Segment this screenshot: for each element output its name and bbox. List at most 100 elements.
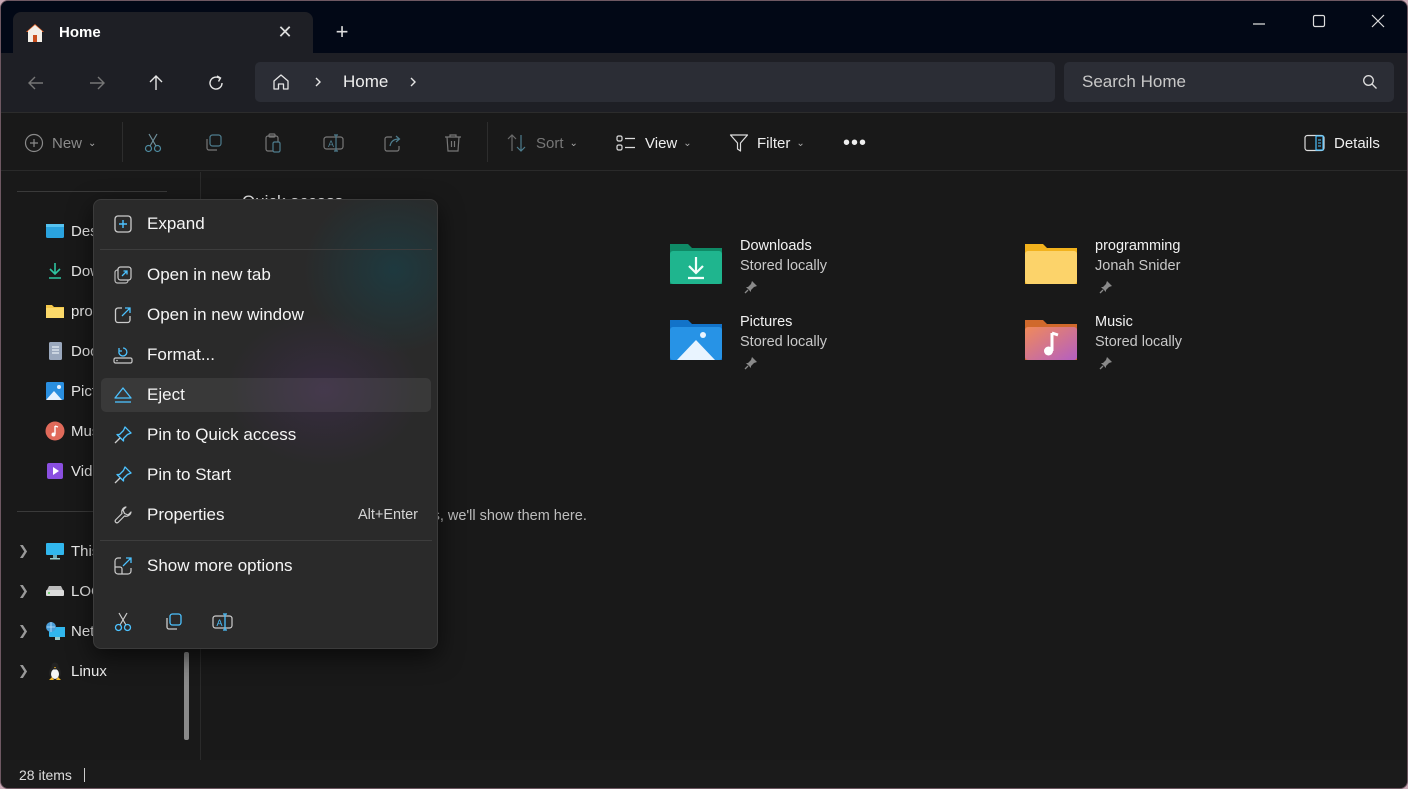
close-window-button[interactable] bbox=[1358, 9, 1398, 33]
chevron-right-icon[interactable] bbox=[313, 76, 323, 88]
arrow-up-icon bbox=[149, 75, 163, 90]
menu-item-format[interactable]: Format... bbox=[101, 338, 431, 372]
refresh-button[interactable] bbox=[200, 67, 232, 99]
music-folder-icon bbox=[1025, 320, 1077, 360]
videos-icon bbox=[47, 463, 63, 479]
downloads-icon bbox=[49, 263, 61, 279]
share-icon bbox=[384, 135, 401, 152]
expand-chevron-icon[interactable]: ❯ bbox=[18, 663, 29, 679]
search-icon[interactable] bbox=[1362, 74, 1378, 90]
quick-access-item[interactable]: Music Stored locally bbox=[1023, 314, 1343, 384]
copy-icon bbox=[206, 134, 222, 151]
menu-separator bbox=[100, 249, 432, 250]
open-new-window-icon bbox=[114, 307, 131, 324]
home-icon bbox=[26, 23, 44, 42]
quick-access-item[interactable]: Pictures Stored locally bbox=[668, 314, 988, 384]
plus-circle-icon bbox=[24, 133, 44, 153]
cut-icon bbox=[144, 133, 162, 153]
menu-item-show-more-options[interactable]: Show more options bbox=[101, 549, 431, 583]
chevron-down-icon: ⌄ bbox=[569, 137, 578, 149]
title-bar: Home ✕ + bbox=[1, 1, 1407, 53]
more-icon: ••• bbox=[843, 131, 868, 154]
pin-icon bbox=[114, 466, 132, 484]
sidebar-item-linux[interactable]: Linux bbox=[45, 659, 107, 683]
delete-button[interactable] bbox=[443, 128, 463, 158]
menu-item-expand[interactable]: Expand bbox=[101, 207, 431, 241]
network-icon bbox=[46, 622, 65, 640]
desktop-icon bbox=[46, 224, 64, 238]
address-bar[interactable]: Home bbox=[255, 62, 1055, 102]
paste-icon bbox=[265, 133, 281, 153]
toolbar-divider bbox=[122, 122, 123, 162]
context-menu: Expand Open in new tab Open in new windo… bbox=[93, 199, 438, 649]
cut-button[interactable] bbox=[143, 128, 163, 158]
sort-button[interactable]: Sort ⌄ bbox=[506, 128, 578, 158]
menu-item-properties[interactable]: Properties Alt+Enter bbox=[101, 498, 431, 532]
filter-button[interactable]: Filter ⌄ bbox=[729, 128, 805, 158]
copy-icon bbox=[166, 613, 182, 630]
folder-icon bbox=[46, 305, 64, 318]
pin-icon[interactable] bbox=[744, 280, 758, 294]
quick-access-item[interactable]: programming Jonah Snider bbox=[1023, 238, 1343, 308]
minimize-button[interactable] bbox=[1239, 9, 1279, 33]
eject-icon bbox=[114, 387, 132, 403]
copy-button[interactable] bbox=[203, 128, 223, 158]
more-options-button[interactable]: ••• bbox=[843, 128, 867, 158]
up-button[interactable] bbox=[140, 67, 172, 99]
tab-home[interactable]: Home ✕ bbox=[13, 12, 313, 53]
chevron-down-icon: ⌄ bbox=[88, 137, 97, 149]
pin-icon[interactable] bbox=[744, 356, 758, 370]
shortcut-label: Alt+Enter bbox=[357, 507, 418, 523]
pictures-folder-icon bbox=[670, 320, 722, 360]
cut-icon bbox=[114, 612, 132, 632]
tab-label: Home bbox=[59, 24, 101, 41]
forward-button[interactable] bbox=[81, 67, 113, 99]
search-box[interactable] bbox=[1064, 62, 1394, 102]
pin-icon[interactable] bbox=[1099, 356, 1113, 370]
menu-item-open-new-tab[interactable]: Open in new tab bbox=[101, 258, 431, 292]
view-button[interactable]: View ⌄ bbox=[615, 128, 692, 158]
maximize-button[interactable] bbox=[1299, 9, 1339, 33]
command-bar: New ⌄ A Sort ⌄ View ⌄ Filter ⌄ ••• Detai… bbox=[1, 114, 1407, 171]
chevron-down-icon: ⌄ bbox=[796, 137, 805, 149]
menu-copy-button[interactable] bbox=[157, 606, 189, 638]
expand-chevron-icon[interactable]: ❯ bbox=[18, 623, 29, 639]
show-more-icon bbox=[114, 557, 132, 575]
menu-cut-button[interactable] bbox=[107, 606, 139, 638]
home-outline-icon[interactable] bbox=[271, 72, 291, 92]
quick-access-item[interactable]: Downloads Stored locally bbox=[668, 238, 988, 308]
pictures-icon bbox=[46, 382, 64, 400]
back-button[interactable] bbox=[20, 67, 52, 99]
details-button[interactable]: Details bbox=[1304, 128, 1380, 158]
new-tab-button[interactable]: + bbox=[331, 21, 353, 43]
breadcrumb-home[interactable]: Home bbox=[343, 72, 388, 92]
open-new-tab-icon bbox=[114, 266, 132, 284]
search-input[interactable] bbox=[1082, 72, 1342, 92]
menu-rename-button[interactable]: A bbox=[207, 606, 239, 638]
pin-icon bbox=[114, 426, 132, 444]
expand-chevron-icon[interactable]: ❯ bbox=[18, 583, 29, 599]
item-count: 28 items bbox=[19, 767, 72, 783]
rename-icon: A bbox=[212, 613, 233, 631]
expand-chevron-icon[interactable]: ❯ bbox=[18, 543, 29, 559]
delete-icon bbox=[445, 134, 461, 152]
format-icon bbox=[113, 347, 133, 364]
sidebar-scrollbar[interactable] bbox=[184, 652, 189, 740]
chevron-down-icon: ⌄ bbox=[683, 137, 692, 149]
filter-icon bbox=[729, 134, 749, 152]
menu-item-pin-quick-access[interactable]: Pin to Quick access bbox=[101, 418, 431, 452]
pin-icon[interactable] bbox=[1099, 280, 1113, 294]
paste-button[interactable] bbox=[263, 128, 283, 158]
folder-icon bbox=[1025, 244, 1077, 284]
rename-button[interactable]: A bbox=[323, 128, 345, 158]
chevron-right-icon[interactable] bbox=[408, 76, 418, 88]
menu-item-pin-start[interactable]: Pin to Start bbox=[101, 458, 431, 492]
new-button[interactable]: New ⌄ bbox=[24, 128, 96, 158]
menu-item-eject[interactable]: Eject bbox=[101, 378, 431, 412]
file-explorer-window: Home ✕ + Home Search Home New ⌄ A Sort ⌄… bbox=[0, 0, 1408, 789]
toolbar-divider bbox=[487, 122, 488, 162]
close-tab-icon[interactable]: ✕ bbox=[275, 22, 295, 42]
share-button[interactable] bbox=[383, 128, 403, 158]
menu-item-open-new-window[interactable]: Open in new window bbox=[101, 298, 431, 332]
minimize-icon bbox=[1253, 23, 1265, 25]
